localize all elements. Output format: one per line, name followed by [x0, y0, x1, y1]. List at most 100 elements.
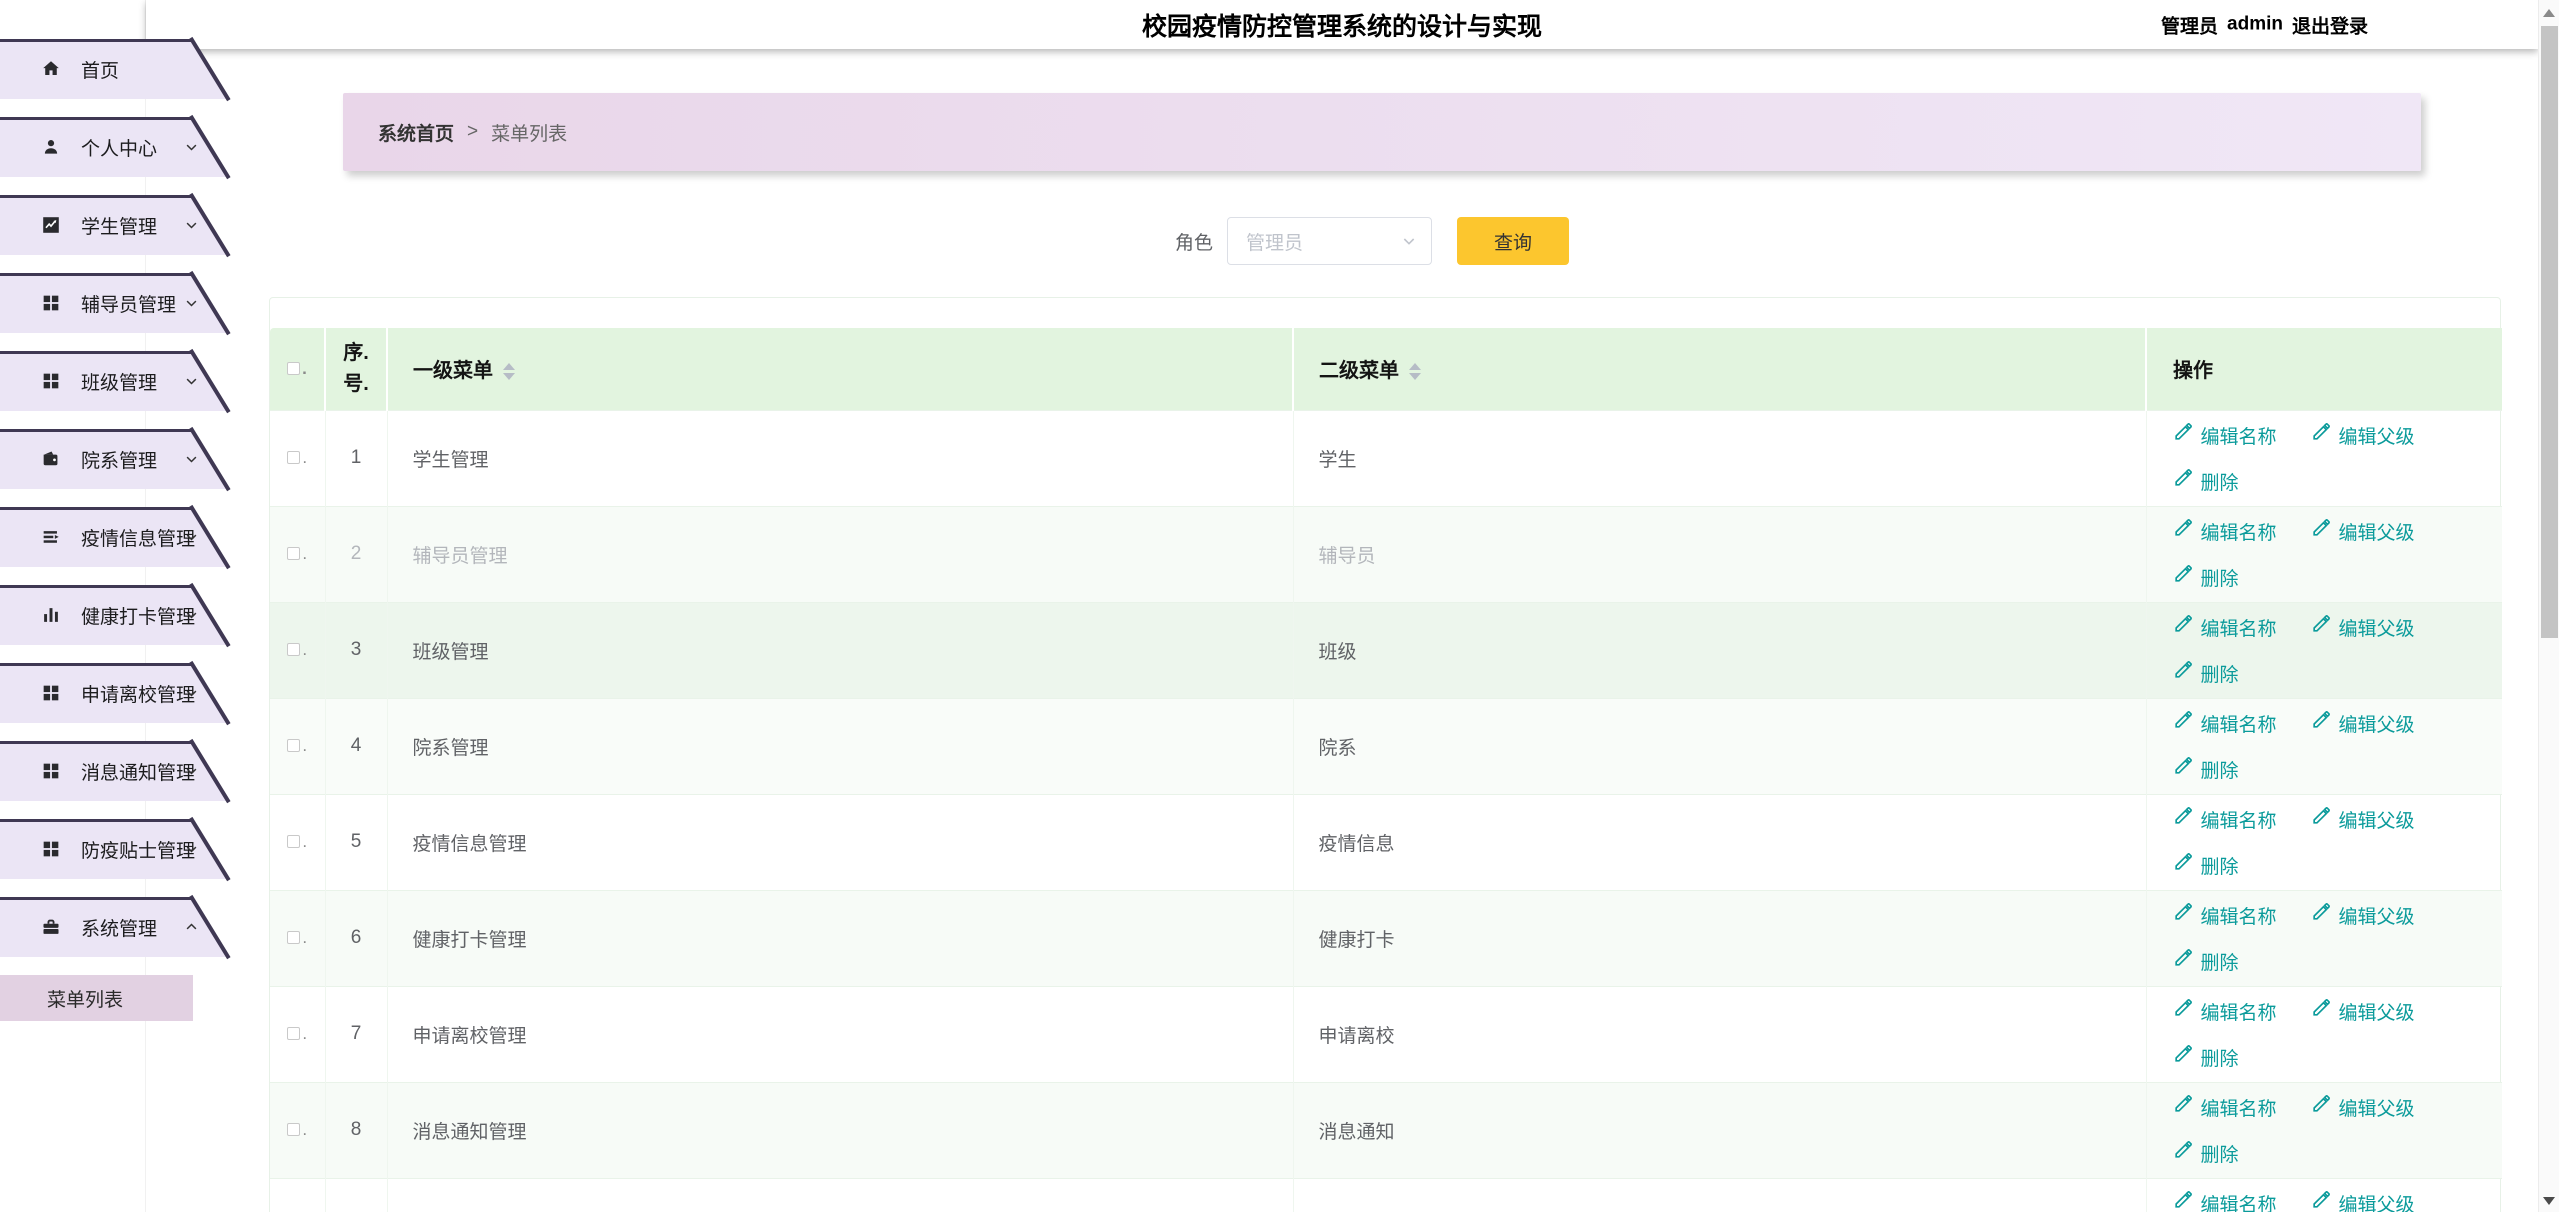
- filter-row: 角色 管理员 查询: [176, 217, 2559, 265]
- scroll-up-arrow-icon[interactable]: [2543, 9, 2555, 17]
- grid-icon: [40, 370, 62, 392]
- edit-parent-link[interactable]: 编辑父级: [2311, 422, 2415, 449]
- sidebar-item-label: 防疫贴士管理: [81, 836, 195, 863]
- logout-link[interactable]: 退出登录: [2292, 11, 2368, 38]
- edit-name-link[interactable]: 编辑名称: [2173, 1094, 2277, 1121]
- table-row: . 7 申请离校管理 申请离校 编辑名称 编辑父级 删除: [270, 986, 2502, 1082]
- scrollbar-thumb[interactable]: [2541, 26, 2558, 638]
- edit-parent-link[interactable]: 编辑父级: [2311, 518, 2415, 545]
- row-checkbox[interactable]: [287, 739, 300, 752]
- window-scrollbar[interactable]: [2538, 0, 2559, 1212]
- table-row: . 2 辅导员管理 辅导员 编辑名称 编辑父级 删除: [270, 506, 2502, 602]
- row-actions: 编辑名称 编辑父级 删除: [2146, 506, 2502, 602]
- sidebar-item-6[interactable]: 院系管理: [0, 429, 227, 489]
- sidebar-item-10[interactable]: 消息通知管理: [0, 741, 227, 801]
- edit-parent-link[interactable]: 编辑父级: [2311, 1094, 2415, 1121]
- edit-name-link[interactable]: 编辑名称: [2173, 422, 2277, 449]
- scroll-down-arrow-icon[interactable]: [2543, 1197, 2555, 1205]
- pencil-icon: [2311, 1190, 2331, 1212]
- row-checkbox[interactable]: [287, 835, 300, 848]
- pencil-icon: [2311, 902, 2331, 928]
- edit-name-link[interactable]: 编辑名称: [2173, 902, 2277, 929]
- row-index: 4: [325, 698, 387, 794]
- row-index: 3: [325, 602, 387, 698]
- select-all-checkbox[interactable]: [287, 362, 300, 375]
- row-checkbox[interactable]: [287, 1027, 300, 1040]
- delete-link[interactable]: 删除: [2173, 948, 2239, 975]
- header-level2: 二级菜单: [1293, 328, 2146, 410]
- row-select-cell: .: [270, 410, 325, 506]
- breadcrumb-home[interactable]: 系统首页: [378, 119, 454, 146]
- sidebar-item-7[interactable]: 疫情信息管理: [0, 507, 227, 567]
- row-checkbox[interactable]: [287, 451, 300, 464]
- sidebar-item-1[interactable]: 首页: [0, 39, 227, 99]
- sidebar-submenu-menu-list[interactable]: 菜单列表: [0, 975, 193, 1021]
- edit-name-link[interactable]: 编辑名称: [2173, 710, 2277, 737]
- pencil-icon: [2311, 998, 2331, 1024]
- toolbox-icon: [40, 916, 62, 938]
- edit-parent-link[interactable]: 编辑父级: [2311, 614, 2415, 641]
- breadcrumb: 系统首页 > 菜单列表: [343, 93, 2421, 171]
- row-index: 5: [325, 794, 387, 890]
- search-button[interactable]: 查询: [1457, 217, 1569, 265]
- checkbox-dot: .: [302, 832, 307, 851]
- row-level2: 班级: [1293, 602, 2146, 698]
- delete-link[interactable]: 删除: [2173, 660, 2239, 687]
- row-checkbox[interactable]: [287, 643, 300, 656]
- sidebar-item-label: 个人中心: [81, 134, 157, 161]
- sort-icon[interactable]: [1409, 363, 1421, 380]
- delete-link[interactable]: 删除: [2173, 468, 2239, 495]
- chevron-down-icon: [184, 686, 199, 701]
- sidebar-item-2[interactable]: 个人中心: [0, 117, 227, 177]
- edit-name-link[interactable]: 编辑名称: [2173, 998, 2277, 1025]
- pencil-icon: [2173, 1044, 2193, 1070]
- sort-icon[interactable]: [503, 363, 515, 380]
- sidebar-item-9[interactable]: 申请离校管理: [0, 663, 227, 723]
- edit-name-link[interactable]: 编辑名称: [2173, 614, 2277, 641]
- row-checkbox[interactable]: [287, 931, 300, 944]
- checkbox-dot: .: [302, 1120, 307, 1139]
- row-index: 6: [325, 890, 387, 986]
- row-level1: 班级管理: [387, 602, 1293, 698]
- row-select-cell: .: [270, 1178, 325, 1212]
- sidebar-item-8[interactable]: 健康打卡管理: [0, 585, 227, 645]
- sidebar-item-12[interactable]: 系统管理: [0, 897, 227, 957]
- delete-link[interactable]: 删除: [2173, 564, 2239, 591]
- row-select-cell: .: [270, 986, 325, 1082]
- grid-icon: [40, 760, 62, 782]
- sidebar-item-3[interactable]: 学生管理: [0, 195, 227, 255]
- role-label: 角色: [1175, 228, 1213, 255]
- pencil-icon: [2173, 948, 2193, 974]
- edit-parent-link[interactable]: 编辑父级: [2311, 902, 2415, 929]
- chevron-down-icon: [184, 140, 199, 155]
- delete-link[interactable]: 删除: [2173, 756, 2239, 783]
- row-checkbox[interactable]: [287, 547, 300, 560]
- sidebar-item-4[interactable]: 辅导员管理: [0, 273, 227, 333]
- edit-parent-link[interactable]: 编辑父级: [2311, 806, 2415, 833]
- role-select[interactable]: 管理员: [1227, 217, 1432, 265]
- row-level2: 辅导员: [1293, 506, 2146, 602]
- row-level1: 消息通知管理: [387, 1082, 1293, 1178]
- edit-name-link[interactable]: 编辑名称: [2173, 1190, 2277, 1212]
- row-level1: [387, 1178, 1293, 1212]
- chevron-down-icon: [1401, 233, 1417, 249]
- pencil-icon: [2173, 518, 2193, 544]
- row-checkbox[interactable]: [287, 1123, 300, 1136]
- row-actions: 编辑名称 编辑父级 删除: [2146, 1178, 2502, 1212]
- sidebar-item-5[interactable]: 班级管理: [0, 351, 227, 411]
- delete-link[interactable]: 删除: [2173, 852, 2239, 879]
- pencil-icon: [2173, 660, 2193, 686]
- sidebar-item-11[interactable]: 防疫贴士管理: [0, 819, 227, 879]
- edit-parent-link[interactable]: 编辑父级: [2311, 710, 2415, 737]
- row-select-cell: .: [270, 698, 325, 794]
- pencil-icon: [2311, 710, 2331, 736]
- edit-parent-link[interactable]: 编辑父级: [2311, 998, 2415, 1025]
- edit-name-link[interactable]: 编辑名称: [2173, 518, 2277, 545]
- delete-link[interactable]: 删除: [2173, 1044, 2239, 1071]
- row-level1: 健康打卡管理: [387, 890, 1293, 986]
- edit-name-link[interactable]: 编辑名称: [2173, 806, 2277, 833]
- edit-parent-link[interactable]: 编辑父级: [2311, 1190, 2415, 1212]
- home-icon: [40, 58, 62, 80]
- delete-link[interactable]: 删除: [2173, 1140, 2239, 1167]
- pencil-icon: [2311, 518, 2331, 544]
